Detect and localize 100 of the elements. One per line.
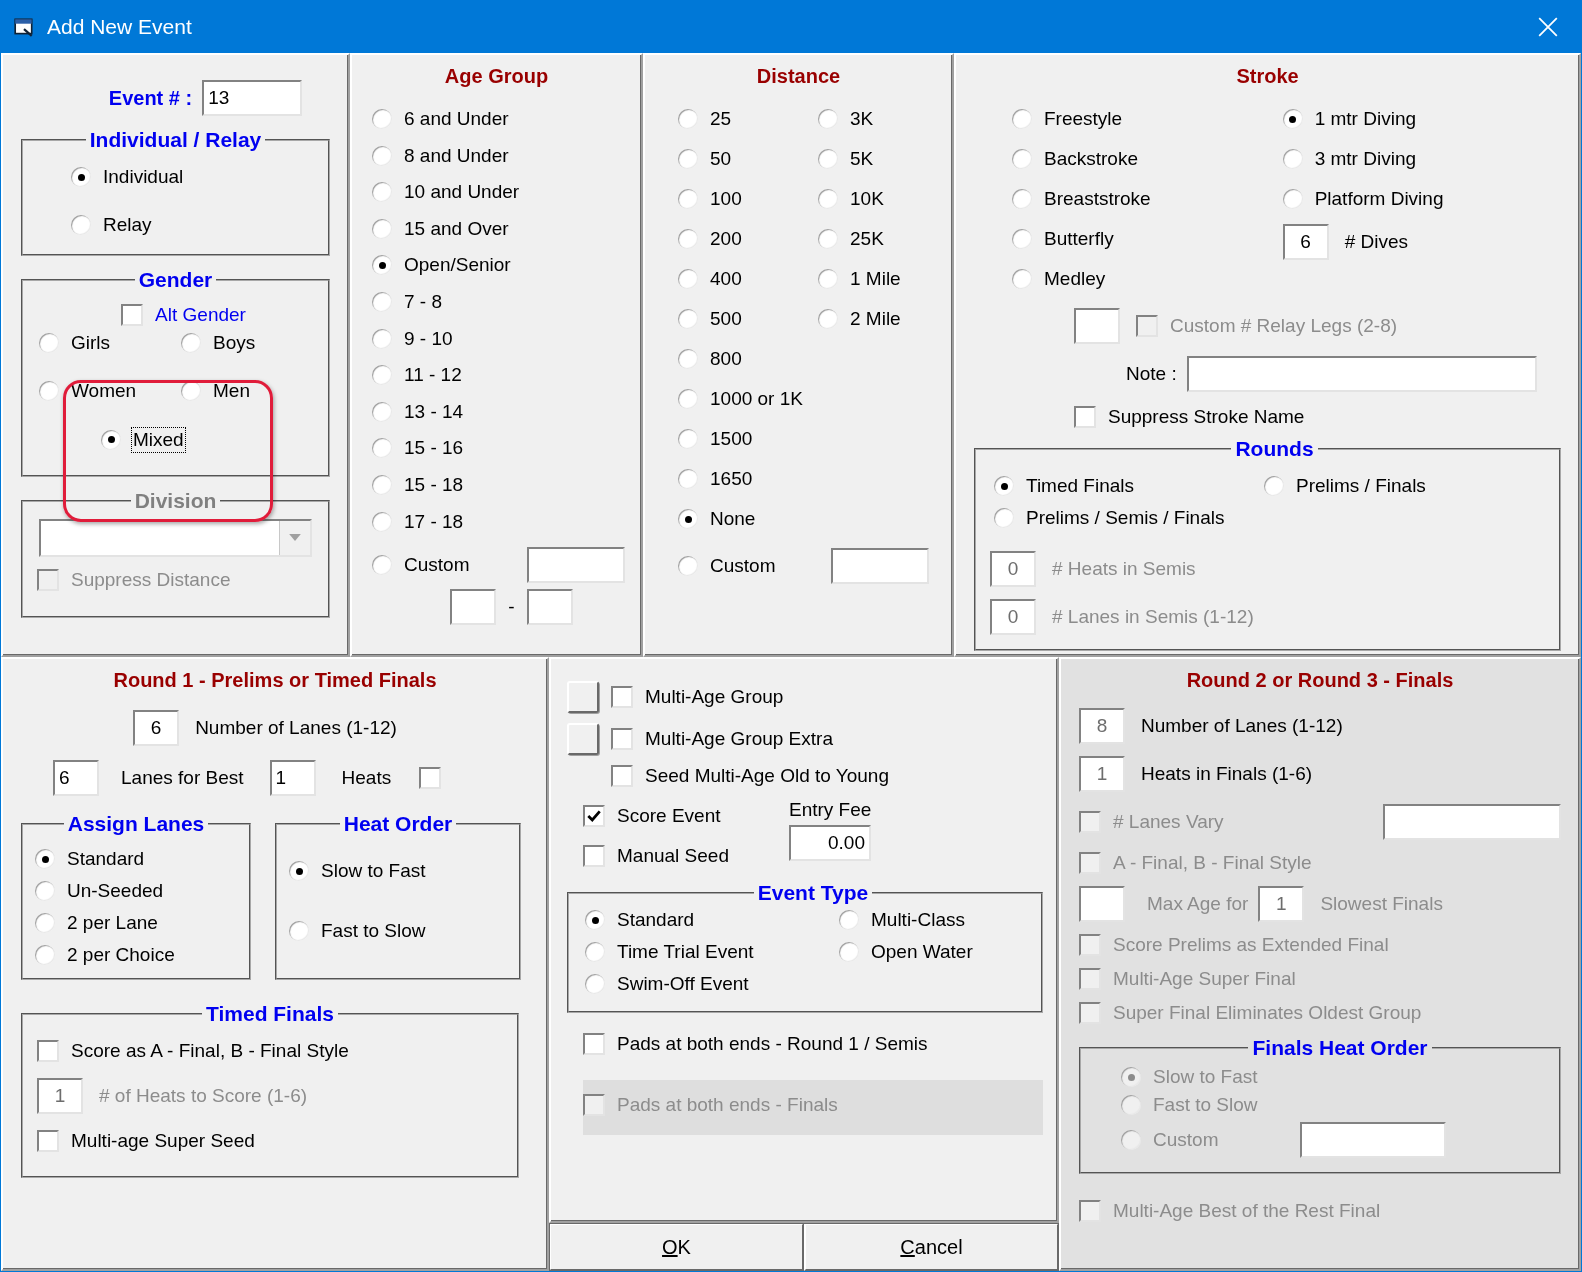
radio-button[interactable] (1012, 189, 1032, 209)
checkbox[interactable] (583, 845, 605, 867)
radio-button[interactable] (372, 511, 392, 532)
radio-button[interactable] (289, 861, 309, 881)
square-button[interactable] (567, 681, 599, 713)
radio-button[interactable] (994, 476, 1014, 496)
radio-button[interactable] (372, 109, 392, 129)
radio-button[interactable] (35, 849, 55, 869)
radio-button[interactable] (181, 333, 201, 353)
radio-button[interactable] (585, 910, 605, 930)
group-title: Assign Lanes (66, 812, 206, 836)
radio-label: 6 and Under (404, 108, 509, 130)
radio-button[interactable] (678, 389, 698, 409)
checkbox[interactable] (611, 728, 633, 750)
text-field[interactable] (1383, 804, 1561, 840)
checkbox[interactable] (121, 304, 144, 326)
radio-button[interactable] (678, 509, 698, 529)
radio-button[interactable] (372, 555, 392, 576)
radio-button[interactable] (678, 229, 698, 249)
dialog-button[interactable]: Cancel (804, 1223, 1059, 1271)
radio-button[interactable] (372, 218, 392, 239)
radio-button[interactable] (1012, 269, 1032, 289)
text-field[interactable] (527, 547, 626, 584)
text-field[interactable] (831, 548, 930, 584)
text-field[interactable]: 1 (1079, 756, 1125, 792)
checkbox[interactable] (583, 805, 605, 827)
radio-button[interactable] (1282, 109, 1303, 129)
radio-button[interactable] (678, 149, 698, 169)
radio-button[interactable] (372, 365, 392, 386)
radio-button[interactable] (372, 401, 392, 422)
square-button[interactable] (567, 723, 599, 755)
radio-button[interactable] (39, 381, 59, 401)
checkbox[interactable] (37, 1130, 59, 1152)
radio-button[interactable] (101, 429, 121, 450)
radio-button[interactable] (372, 438, 392, 459)
radio-button[interactable] (35, 945, 55, 965)
text-field[interactable]: 8 (1079, 708, 1125, 744)
radio-button[interactable] (1264, 476, 1284, 496)
radio-button[interactable] (372, 182, 392, 203)
radio-button[interactable] (818, 269, 838, 289)
radio-button[interactable] (585, 974, 605, 994)
radio-button[interactable] (1282, 149, 1303, 169)
checkbox[interactable] (37, 1040, 59, 1062)
radio-button[interactable] (994, 508, 1014, 528)
text-field[interactable]: 6 (1282, 224, 1329, 260)
radio-button[interactable] (71, 215, 91, 235)
radio-button[interactable] (678, 556, 698, 576)
radio-button[interactable] (71, 167, 91, 187)
text-field[interactable]: 6 (53, 760, 99, 796)
text-field[interactable]: 1 (269, 760, 316, 796)
radio-button[interactable] (1282, 189, 1303, 209)
text-field[interactable] (1074, 308, 1120, 344)
checkbox-label: Multi-age Super Seed (71, 1130, 255, 1152)
radio-button[interactable] (289, 921, 309, 941)
radio-button[interactable] (585, 942, 605, 962)
dropdown[interactable] (39, 518, 312, 557)
radio-button[interactable] (818, 309, 838, 329)
text-field[interactable]: 0.00 (788, 825, 871, 861)
radio-button[interactable] (181, 381, 201, 401)
radio-button[interactable] (678, 469, 698, 489)
text-field[interactable]: 6 (133, 710, 180, 746)
checkbox[interactable] (611, 686, 633, 708)
radio-label: Fast to Slow (1153, 1094, 1258, 1116)
radio-button[interactable] (372, 255, 392, 276)
close-icon[interactable] (1537, 16, 1559, 38)
window-title: Add New Event (47, 15, 192, 39)
checkbox[interactable] (419, 767, 442, 789)
radio-button[interactable] (372, 328, 392, 349)
radio-button[interactable] (1012, 149, 1032, 169)
checkbox[interactable] (611, 765, 633, 787)
radio-button[interactable] (372, 145, 392, 166)
radio-button[interactable] (678, 349, 698, 369)
radio-button[interactable] (678, 309, 698, 329)
radio-button[interactable] (1012, 109, 1032, 129)
radio-button[interactable] (372, 474, 392, 495)
text-field[interactable] (450, 589, 497, 626)
radio-button[interactable] (678, 109, 698, 129)
radio-button[interactable] (678, 269, 698, 289)
text-field[interactable] (1300, 1122, 1447, 1158)
radio-button[interactable] (818, 149, 838, 169)
radio-button[interactable] (839, 942, 859, 962)
radio-label: 10K (850, 188, 884, 210)
radio-button[interactable] (839, 910, 859, 930)
radio-button[interactable] (372, 291, 392, 312)
text-field[interactable] (1079, 886, 1125, 922)
text-field[interactable] (526, 589, 573, 626)
radio-button[interactable] (1012, 229, 1032, 249)
radio-button[interactable] (35, 913, 55, 933)
checkbox[interactable] (1074, 406, 1096, 428)
radio-button[interactable] (39, 333, 59, 353)
radio-button[interactable] (678, 429, 698, 449)
radio-button[interactable] (818, 109, 838, 129)
text-field[interactable] (1186, 356, 1537, 392)
dialog-button[interactable]: OK (549, 1223, 804, 1271)
radio-button[interactable] (35, 881, 55, 901)
checkbox[interactable] (583, 1033, 605, 1055)
radio-button[interactable] (818, 229, 838, 249)
radio-button[interactable] (818, 189, 838, 209)
text-field[interactable]: 13 (202, 80, 303, 116)
radio-button[interactable] (678, 189, 698, 209)
